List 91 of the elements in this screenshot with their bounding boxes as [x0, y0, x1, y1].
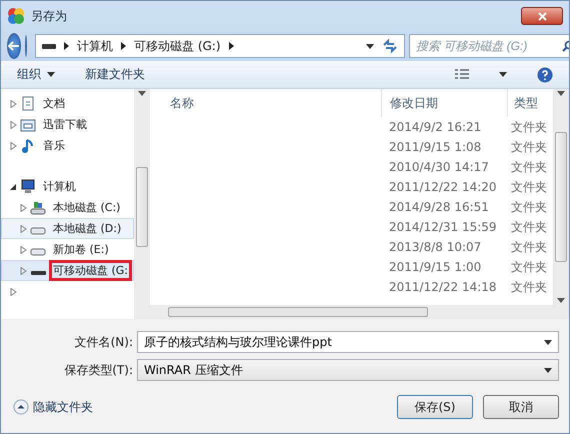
window-title: 另存为	[31, 8, 68, 24]
expand-arrow-icon[interactable]	[10, 100, 17, 108]
back-button[interactable]	[7, 33, 21, 59]
search-field[interactable]: 搜索 可移动磁盘 (G:)	[409, 34, 569, 58]
nav-item[interactable]: 可移动磁盘 (G:	[1, 260, 134, 281]
table-cell-text: 2011/9/15 1:08	[388, 139, 482, 156]
expand-arrow-icon[interactable]	[20, 224, 27, 232]
table-cell-text: 2013/8/8 10:07	[388, 239, 482, 256]
table-cell-text: 2011/9/15 1:00	[388, 259, 482, 276]
app-logo-icon	[7, 7, 25, 25]
table-cell-text: 2010/4/30 14:17	[388, 159, 490, 176]
table-cell-text: 2014/9/28 16:51	[388, 199, 490, 216]
nav-item[interactable]: 迅雷下載	[1, 114, 134, 135]
hide-folders-button[interactable]: 隐藏文件夹	[13, 398, 93, 416]
dropdown-caret-icon[interactable]	[544, 340, 552, 344]
dropdown-caret-icon[interactable]	[138, 91, 146, 96]
removable-drive-icon	[31, 271, 46, 275]
field-label: 保存类型(T):	[63, 362, 133, 378]
table-cell-text: 文件夹	[510, 138, 548, 156]
save-button[interactable]: 保存(S)	[397, 395, 473, 419]
collapse-arrow-icon[interactable]	[10, 182, 17, 190]
expand-arrow-icon[interactable]	[20, 246, 27, 254]
scrollbar[interactable]	[553, 89, 569, 305]
removable-drive-icon	[42, 44, 56, 48]
table-cell-text: 文件夹	[510, 258, 548, 276]
document-icon	[22, 96, 34, 110]
computer-icon	[22, 180, 34, 193]
new-folder-button[interactable]: 新建文件夹	[85, 66, 145, 83]
drive-icon	[30, 228, 46, 234]
drive-icon	[30, 248, 46, 256]
music-note-icon	[22, 139, 33, 153]
nav-item-label: 本地磁盘 (D:)	[52, 221, 122, 237]
breadcrumb-arrow-icon[interactable]	[228, 42, 234, 50]
nav-item-label: 计算机	[42, 179, 77, 195]
table-cell-text: 文件夹	[510, 198, 548, 216]
table-cell-text: 2011/12/22 14:18	[388, 279, 498, 296]
table-cell-text: 文件夹	[510, 178, 548, 196]
table-cell-text: 文件夹	[510, 118, 548, 136]
table-cell-text: 文件夹	[510, 278, 548, 296]
address-bar[interactable]: 计算机 可移动磁盘 (G:)	[35, 34, 405, 58]
expand-arrow-icon[interactable]	[20, 204, 27, 212]
expand-arrow-icon[interactable]	[10, 120, 17, 128]
dropdown-caret-icon[interactable]	[544, 368, 552, 372]
nav-item[interactable]: 新加卷 (E:)	[1, 239, 134, 260]
file-type-dropdown[interactable]: WinRAR 压缩文件	[137, 359, 559, 381]
nav-item[interactable]: 本地磁盘 (C:)	[1, 197, 134, 218]
nav-item-label: 音乐	[42, 138, 66, 154]
dropdown-caret-icon[interactable]	[499, 72, 507, 77]
organize-menu[interactable]: 组织	[17, 66, 55, 83]
nav-item[interactable]: 计算机	[1, 176, 134, 197]
back-arrow-icon	[8, 41, 20, 51]
table-cell-text: 2014/9/2 16:21	[388, 119, 482, 136]
column-header[interactable]: 修改日期	[381, 89, 507, 117]
breadcrumb[interactable]: 计算机	[77, 38, 113, 54]
nav-item-label: 迅雷下載	[42, 117, 88, 133]
scrollbar[interactable]	[134, 89, 150, 319]
field-label: 文件名(N):	[74, 334, 133, 350]
nav-item-label: 可移动磁盘 (G:	[49, 260, 132, 281]
breadcrumb-arrow-icon[interactable]	[121, 42, 126, 50]
help-icon[interactable]	[537, 66, 553, 82]
horizontal-scrollbar[interactable]	[150, 305, 569, 319]
cancel-button[interactable]: 取消	[483, 395, 559, 419]
table-cell-text: 2014/12/31 15:59	[388, 219, 498, 236]
nav-item-label: 新加卷 (E:)	[52, 242, 110, 258]
folder-icon	[20, 120, 36, 132]
collapse-icon	[13, 399, 29, 415]
table-cell-text: 文件夹	[510, 158, 548, 176]
dropdown-caret-icon[interactable]	[366, 44, 374, 48]
close-button[interactable]	[521, 7, 563, 25]
table-cell-text: 文件夹	[510, 238, 548, 256]
table-cell-text: 文件夹	[510, 218, 548, 236]
refresh-icon[interactable]	[382, 39, 398, 53]
dropdown-caret-icon[interactable]	[47, 72, 55, 77]
nav-item[interactable]: 文档	[1, 93, 134, 114]
expand-arrow-icon[interactable]	[10, 288, 17, 296]
drive-icon	[30, 202, 46, 214]
expand-arrow-icon[interactable]	[10, 142, 17, 150]
dropdown-caret-icon[interactable]	[557, 91, 565, 96]
filename-field[interactable]: 原子的核式结构与玻尔理论课件ppt	[137, 331, 559, 353]
breadcrumb[interactable]: 可移动磁盘 (G:)	[134, 38, 221, 54]
close-icon	[538, 12, 546, 20]
view-list-icon[interactable]	[455, 68, 469, 80]
nav-item-label: 文档	[42, 96, 66, 112]
column-header[interactable]: 名称	[150, 89, 381, 117]
breadcrumb-arrow-icon[interactable]	[64, 42, 69, 50]
table-cell-text: 2011/12/22 14:20	[388, 179, 498, 196]
expand-arrow-icon[interactable]	[20, 266, 27, 274]
nav-item[interactable]: 音乐	[1, 135, 134, 156]
nav-item-label: 本地磁盘 (C:)	[52, 200, 122, 216]
nav-item[interactable]: 本地磁盘 (D:)	[1, 218, 134, 239]
dropdown-caret-icon[interactable]	[557, 298, 565, 303]
